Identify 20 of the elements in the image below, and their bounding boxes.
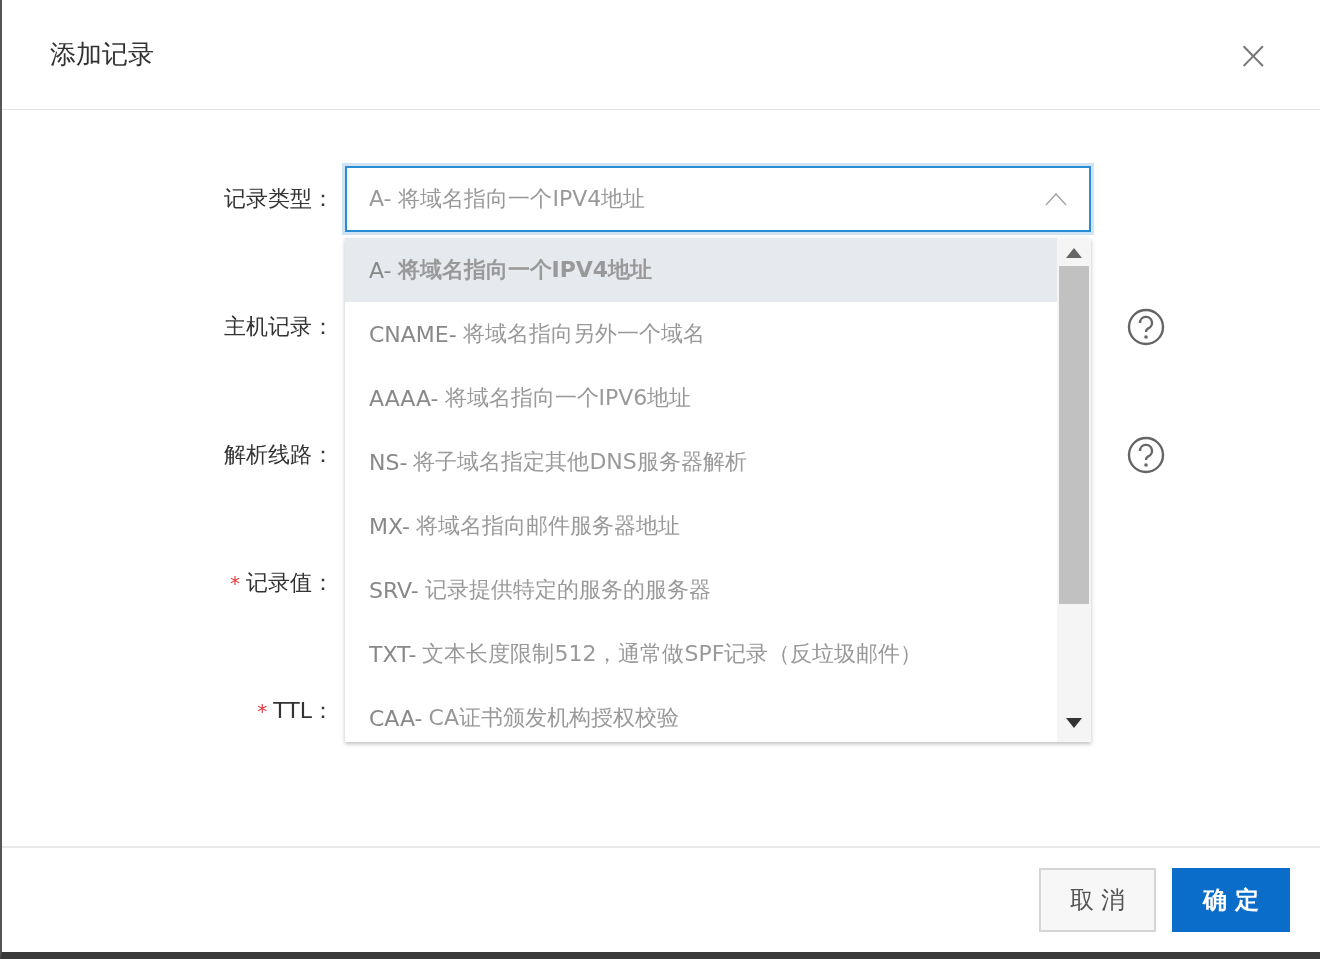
dropdown-option[interactable]: CAA- CA证书颁发机构授权校验 [345,686,1057,742]
scroll-up-icon[interactable] [1066,248,1082,258]
close-button[interactable]: × [1230,34,1276,75]
required-mark: * [257,699,268,723]
dropdown-option[interactable]: A- 将域名指向一个IPV4地址 [345,238,1057,302]
help-icon[interactable] [1127,308,1165,346]
scrollbar[interactable] [1057,238,1091,742]
scroll-down-icon[interactable] [1066,718,1082,728]
dialog-title: 添加记录 [50,38,154,71]
chevron-up-icon [1045,192,1067,206]
confirm-button[interactable]: 确 定 [1172,868,1290,932]
field-label: 解析线路： [224,441,334,469]
help-icon[interactable] [1127,436,1165,474]
cancel-button[interactable]: 取 消 [1039,868,1156,932]
field-label: 记录值： [246,569,334,597]
record-type-select[interactable]: A- 将域名指向一个IPV4地址 [345,166,1091,232]
required-mark: * [230,571,240,595]
field-label: 记录类型： [224,185,334,213]
field-label: TTL： [273,697,334,725]
field-label: 主机记录： [224,313,334,341]
